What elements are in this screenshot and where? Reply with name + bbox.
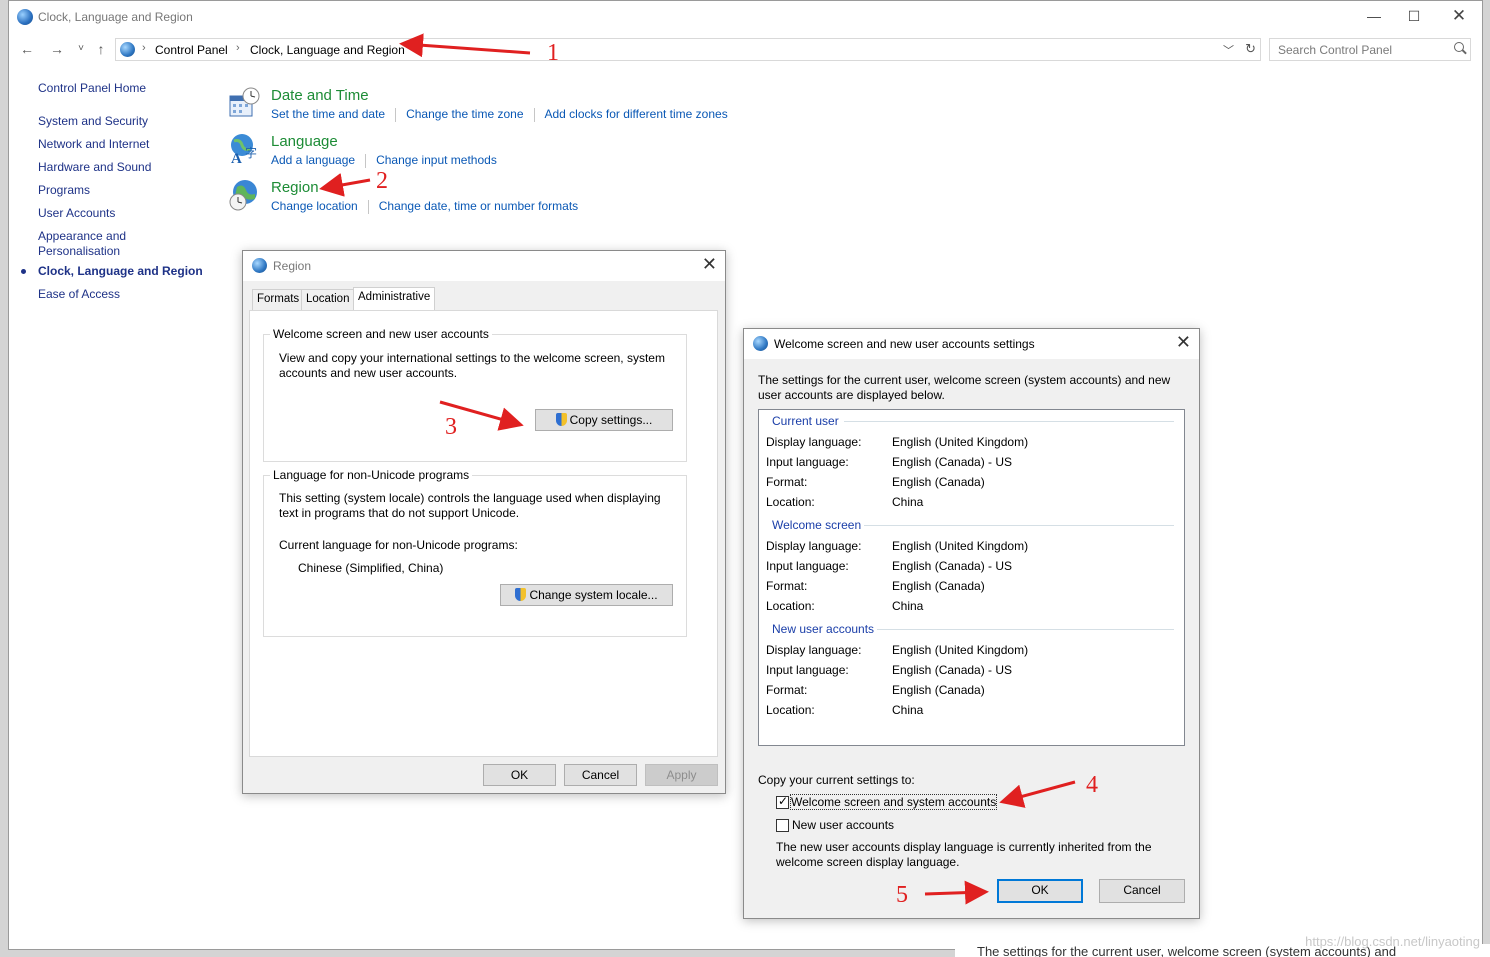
annotation-arrow-1 [399,33,531,58]
annotation-number-1: 1 [547,40,559,66]
annotation-number-5: 5 [896,882,908,908]
annotation-overlay [319,33,1076,905]
annotation-arrow-4 [999,780,1076,808]
watermark: https://blog.csdn.net/linyaoting [1305,934,1480,949]
annotation-arrow-2 [319,173,371,197]
annotation-number-3: 3 [445,414,457,440]
annotation-number-4: 4 [1086,772,1098,798]
annotation-arrow-5 [924,880,989,905]
annotation-number-2: 2 [376,168,388,194]
